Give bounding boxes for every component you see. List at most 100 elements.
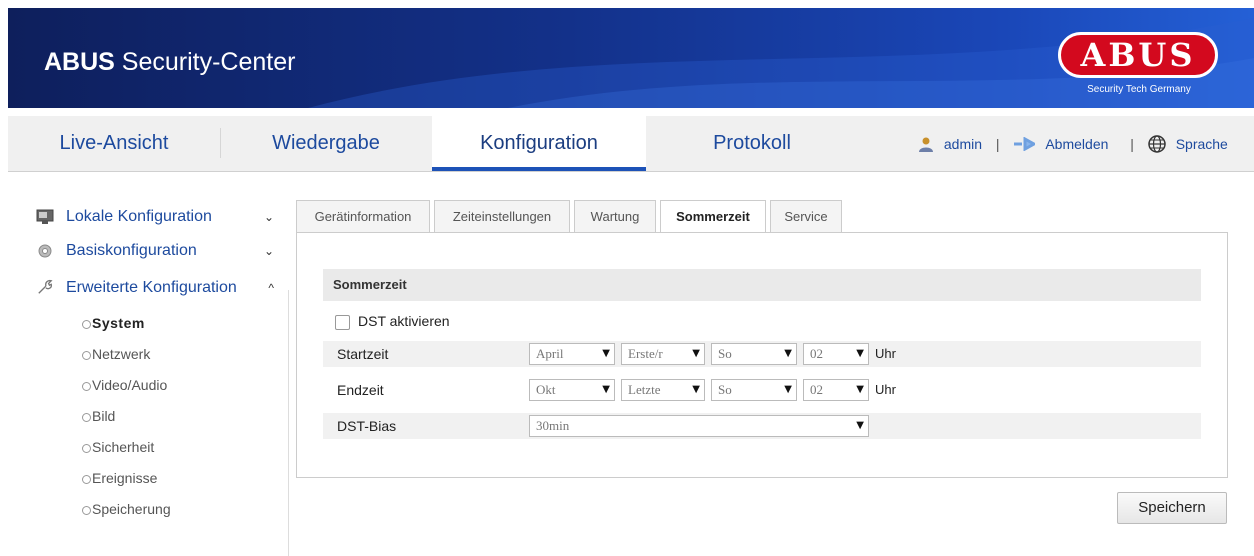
select-value: 30min: [536, 418, 570, 433]
sommerzeit-panel: Sommerzeit DST aktivieren Startzeit Apri…: [296, 232, 1228, 478]
dst-bias-row: DST-Bias 30min ▼: [323, 413, 1201, 439]
dropdown-arrow-icon: ▼: [856, 420, 864, 431]
chevron-up-icon: ^: [268, 281, 274, 295]
dst-bias-label: DST-Bias: [337, 418, 397, 434]
sidebar-group-erweiterte-konfiguration[interactable]: Erweiterte Konfiguration ^: [32, 268, 288, 308]
app-title: ABUS Security-Center: [44, 48, 296, 76]
monitor-icon: [36, 209, 54, 224]
start-unit: Uhr: [875, 346, 896, 361]
separator: |: [995, 135, 1000, 152]
sidebar-group-label: Erweiterte Konfiguration: [66, 279, 237, 296]
select-value: So: [718, 382, 732, 397]
sidebar-group-label: Basiskonfiguration: [66, 242, 197, 259]
dst-enable-row: DST aktivieren: [335, 311, 450, 331]
bullet-icon: [82, 413, 91, 422]
start-time-row: Startzeit April ▼ Erste/r ▼ So ▼ 02 ▼ Uhr: [323, 341, 1201, 367]
separator: |: [1130, 135, 1134, 152]
logo-text: ABUS: [1080, 36, 1196, 74]
select-value: April: [536, 346, 564, 361]
dropdown-arrow-icon: ▼: [692, 384, 700, 395]
end-time-label: Endzeit: [337, 382, 384, 398]
end-time-row: Endzeit Okt ▼ Letzte ▼ So ▼ 02 ▼ Uhr: [323, 377, 1201, 403]
sidebar-item-label: Bild: [92, 408, 116, 424]
end-week-select[interactable]: Letzte ▼: [621, 379, 705, 401]
sidebar-divider: [288, 290, 289, 556]
dst-enable-label: DST aktivieren: [358, 313, 450, 329]
bullet-icon: [82, 351, 91, 360]
bullet-icon: [82, 320, 91, 329]
select-value: Erste/r: [628, 346, 663, 361]
user-bar: admin | Abmelden | Sprache: [918, 116, 1228, 171]
bullet-icon: [82, 506, 91, 515]
sidebar-item-video-audio[interactable]: Video/Audio: [32, 370, 288, 401]
logout-icon: [1014, 136, 1038, 152]
language-link[interactable]: Sprache: [1176, 136, 1228, 152]
dropdown-arrow-icon: ▼: [602, 384, 610, 395]
tab-geraetinformation[interactable]: Gerätinformation: [296, 200, 430, 232]
main-navbar: Live-Ansicht Wiedergabe Konfiguration Pr…: [8, 116, 1254, 172]
tab-konfiguration[interactable]: Konfiguration: [432, 116, 646, 171]
select-value: So: [718, 346, 732, 361]
select-value: Letzte: [628, 382, 661, 397]
end-day-select[interactable]: So ▼: [711, 379, 797, 401]
sidebar-item-system[interactable]: System: [32, 308, 288, 339]
bullet-icon: [82, 382, 91, 391]
tab-zeiteinstellungen[interactable]: Zeiteinstellungen: [434, 200, 570, 232]
chevron-down-icon: ⌄: [263, 210, 274, 224]
tab-protokoll[interactable]: Protokoll: [646, 116, 858, 171]
sidebar-item-label: Ereignisse: [92, 470, 158, 486]
dst-bias-select[interactable]: 30min ▼: [529, 415, 869, 437]
select-value: 02: [810, 346, 823, 361]
sidebar-group-label: Lokale Konfiguration: [66, 208, 212, 225]
sidebar-item-ereignisse[interactable]: Ereignisse: [32, 463, 288, 494]
start-hour-select[interactable]: 02 ▼: [803, 343, 869, 365]
dropdown-arrow-icon: ▼: [856, 348, 864, 359]
dropdown-arrow-icon: ▼: [784, 384, 792, 395]
username[interactable]: admin: [944, 136, 982, 152]
logout-link[interactable]: Abmelden: [1045, 136, 1108, 152]
abus-logo: ABUS Security Tech Germany: [1050, 28, 1228, 104]
sidebar-item-label: Netzwerk: [92, 346, 151, 362]
sidebar-group-lokale-konfiguration[interactable]: Lokale Konfiguration ⌄: [32, 200, 288, 234]
dropdown-arrow-icon: ▼: [856, 384, 864, 395]
tab-wartung[interactable]: Wartung: [574, 200, 656, 232]
sidebar-item-label: Sicherheit: [92, 439, 155, 455]
dst-enable-checkbox[interactable]: [335, 314, 350, 330]
wrench-icon: [38, 279, 53, 294]
app-header: ABUS Security-Center ABUS Security Tech …: [8, 8, 1254, 108]
dropdown-arrow-icon: ▼: [692, 348, 700, 359]
tab-service[interactable]: Service: [770, 200, 842, 232]
tab-wiedergabe[interactable]: Wiedergabe: [221, 116, 431, 171]
sidebar-item-bild[interactable]: Bild: [32, 401, 288, 432]
end-unit: Uhr: [875, 382, 896, 397]
sidebar-item-speicherung[interactable]: Speicherung: [32, 494, 288, 525]
logo-subtitle: Security Tech Germany: [1087, 84, 1191, 95]
select-value: Okt: [536, 382, 556, 397]
sidebar-item-sicherheit[interactable]: Sicherheit: [32, 432, 288, 463]
sidebar-item-label: Speicherung: [92, 501, 171, 517]
section-title: Sommerzeit: [323, 269, 1201, 301]
globe-icon: [1148, 135, 1166, 154]
tab-live-ansicht[interactable]: Live-Ansicht: [8, 116, 220, 171]
chevron-down-icon: ⌄: [263, 244, 274, 258]
start-time-label: Startzeit: [337, 346, 389, 362]
dropdown-arrow-icon: ▼: [602, 348, 610, 359]
bullet-icon: [82, 444, 91, 453]
bullet-icon: [82, 475, 91, 484]
sidebar-item-label: Video/Audio: [92, 377, 168, 393]
sidebar-item-netzwerk[interactable]: Netzwerk: [32, 339, 288, 370]
sidebar: Lokale Konfiguration ⌄ Basiskonfiguratio…: [32, 200, 288, 525]
save-button[interactable]: Speichern: [1117, 492, 1227, 524]
gear-icon: [38, 244, 52, 258]
end-hour-select[interactable]: 02 ▼: [803, 379, 869, 401]
start-week-select[interactable]: Erste/r ▼: [621, 343, 705, 365]
end-month-select[interactable]: Okt ▼: [529, 379, 615, 401]
select-value: 02: [810, 382, 823, 397]
sidebar-item-label: System: [92, 315, 145, 331]
start-day-select[interactable]: So ▼: [711, 343, 797, 365]
start-month-select[interactable]: April ▼: [529, 343, 615, 365]
user-icon: [919, 137, 933, 153]
tab-sommerzeit[interactable]: Sommerzeit: [660, 200, 766, 234]
dropdown-arrow-icon: ▼: [784, 348, 792, 359]
sidebar-group-basiskonfiguration[interactable]: Basiskonfiguration ⌄: [32, 234, 288, 268]
